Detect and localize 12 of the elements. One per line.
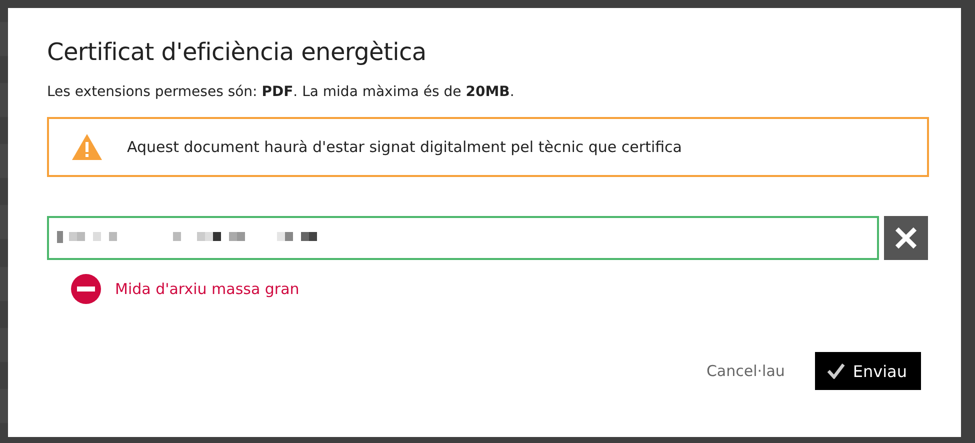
check-icon <box>826 363 845 379</box>
send-button[interactable]: Enviau <box>814 352 921 390</box>
error-icon <box>71 274 101 304</box>
warning-text: Aquest document haurà d'estar signat digitalment pel tècnic que certifica <box>127 138 682 156</box>
close-icon <box>894 226 918 250</box>
cancel-button[interactable]: Cancel·lau <box>706 362 785 380</box>
clear-button[interactable] <box>884 216 928 260</box>
file-field[interactable] <box>47 216 879 260</box>
dialog-title: Certificat d'eficiència energètica <box>47 38 428 66</box>
warning-icon <box>71 133 103 161</box>
info-text: Les extensions permeses són: PDF. La mida màxima és de 20MB. <box>47 84 516 100</box>
error-message: Mida d'arxiu massa gran <box>115 280 300 298</box>
